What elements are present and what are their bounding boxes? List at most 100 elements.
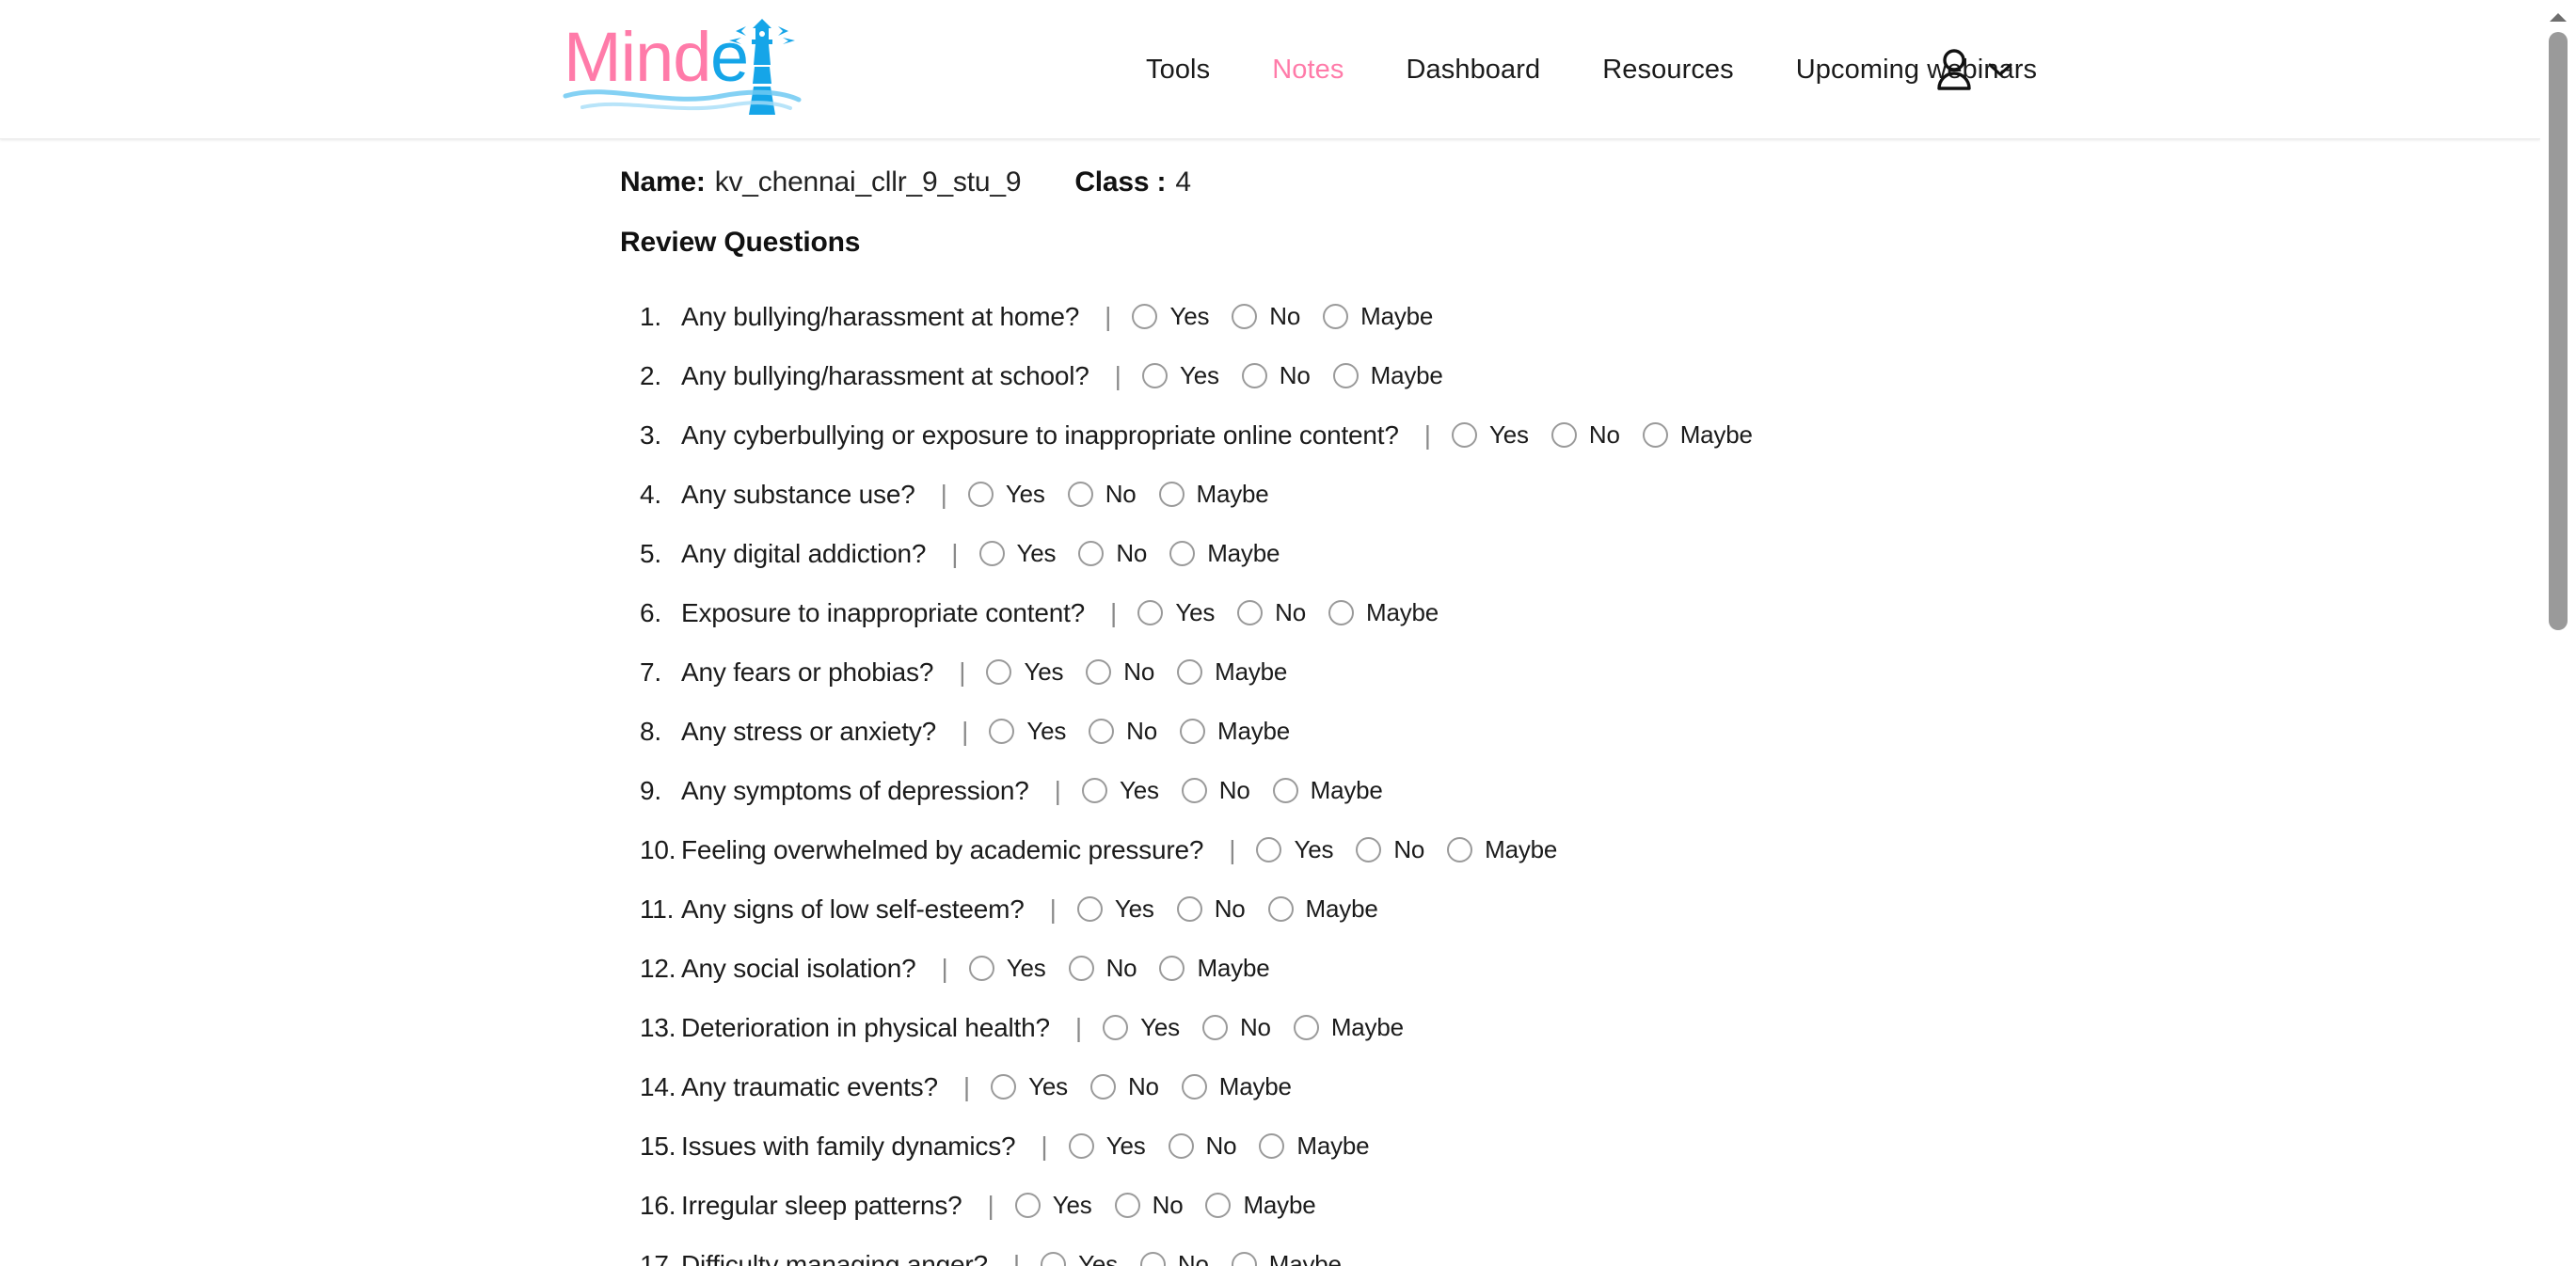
option-maybe[interactable]: Maybe [1642, 420, 1753, 450]
radio-yes[interactable] [991, 1074, 1017, 1100]
option-no[interactable]: No [1232, 302, 1300, 331]
nav-item-tools[interactable]: Tools [1115, 55, 1241, 86]
radio-maybe[interactable] [1447, 837, 1473, 862]
radio-no[interactable] [1086, 659, 1112, 685]
nav-item-dashboard[interactable]: Dashboard [1375, 55, 1571, 86]
radio-maybe[interactable] [1293, 1015, 1319, 1040]
option-no[interactable]: No [1550, 420, 1620, 450]
option-yes[interactable]: Yes [1132, 302, 1209, 331]
option-maybe[interactable]: Maybe [1259, 1131, 1370, 1161]
option-no[interactable]: No [1068, 954, 1137, 983]
option-no[interactable]: No [1089, 1072, 1159, 1101]
option-yes[interactable]: Yes [978, 539, 1057, 568]
radio-no[interactable] [1356, 837, 1382, 862]
radio-no[interactable] [1067, 482, 1093, 507]
radio-no[interactable] [1168, 1133, 1194, 1159]
radio-yes[interactable] [1452, 422, 1478, 448]
radio-no[interactable] [1089, 1074, 1116, 1100]
option-maybe[interactable]: Maybe [1293, 1013, 1404, 1042]
radio-yes[interactable] [986, 659, 1012, 685]
radio-yes[interactable] [967, 482, 994, 507]
radio-no[interactable] [1181, 778, 1207, 803]
option-no[interactable]: No [1089, 717, 1157, 746]
radio-no[interactable] [1232, 304, 1258, 329]
option-maybe[interactable]: Maybe [1169, 539, 1280, 568]
radio-maybe[interactable] [1159, 956, 1185, 981]
radio-maybe[interactable] [1205, 1193, 1232, 1218]
radio-no[interactable] [1237, 600, 1264, 625]
option-no[interactable]: No [1168, 1131, 1237, 1161]
option-yes[interactable]: Yes [1256, 835, 1334, 864]
option-maybe[interactable]: Maybe [1332, 361, 1443, 390]
radio-maybe[interactable] [1177, 659, 1203, 685]
option-no[interactable]: No [1114, 1191, 1184, 1220]
radio-yes[interactable] [1081, 778, 1107, 803]
radio-maybe[interactable] [1169, 541, 1196, 566]
option-no[interactable]: No [1241, 361, 1311, 390]
option-yes[interactable]: Yes [1068, 1131, 1146, 1161]
radio-maybe[interactable] [1158, 482, 1185, 507]
radio-maybe[interactable] [1231, 1252, 1257, 1266]
option-yes[interactable]: Yes [1103, 1013, 1180, 1042]
nav-item-notes[interactable]: Notes [1241, 55, 1375, 86]
option-yes[interactable]: Yes [991, 1072, 1068, 1101]
radio-no[interactable] [1241, 363, 1267, 388]
radio-maybe[interactable] [1181, 1074, 1207, 1100]
option-no[interactable]: No [1176, 894, 1246, 924]
nav-item-upcoming-webinars[interactable]: Upcoming webinars [1765, 55, 2068, 86]
nav-item-resources[interactable]: Resources [1571, 55, 1765, 86]
option-no[interactable]: No [1201, 1013, 1271, 1042]
option-maybe[interactable]: Maybe [1272, 776, 1383, 805]
option-no[interactable]: No [1356, 835, 1424, 864]
option-no[interactable]: No [1181, 776, 1250, 805]
option-no[interactable]: No [1139, 1250, 1209, 1266]
mindei-logo[interactable]: Mind e [562, 9, 835, 120]
option-maybe[interactable]: Maybe [1447, 835, 1557, 864]
radio-maybe[interactable] [1332, 363, 1359, 388]
radio-maybe[interactable] [1259, 1133, 1285, 1159]
radio-yes[interactable] [968, 956, 994, 981]
radio-yes[interactable] [1103, 1015, 1129, 1040]
option-yes[interactable]: Yes [1137, 598, 1215, 627]
radio-maybe[interactable] [1642, 422, 1668, 448]
option-maybe[interactable]: Maybe [1328, 598, 1439, 627]
option-maybe[interactable]: Maybe [1205, 1191, 1316, 1220]
radio-maybe[interactable] [1328, 600, 1354, 625]
option-yes[interactable]: Yes [1076, 894, 1154, 924]
option-yes[interactable]: Yes [967, 480, 1045, 509]
radio-maybe[interactable] [1267, 896, 1294, 922]
option-maybe[interactable]: Maybe [1323, 302, 1433, 331]
option-maybe[interactable]: Maybe [1180, 717, 1290, 746]
option-yes[interactable]: Yes [989, 717, 1066, 746]
radio-maybe[interactable] [1272, 778, 1298, 803]
radio-yes[interactable] [1137, 600, 1164, 625]
option-yes[interactable]: Yes [1452, 420, 1529, 450]
account-menu[interactable] [1933, 0, 2014, 139]
radio-yes[interactable] [1068, 1133, 1094, 1159]
radio-no[interactable] [1139, 1252, 1166, 1266]
option-yes[interactable]: Yes [1041, 1250, 1118, 1266]
radio-yes[interactable] [1256, 837, 1282, 862]
option-maybe[interactable]: Maybe [1177, 657, 1287, 687]
radio-yes[interactable] [1014, 1193, 1041, 1218]
radio-maybe[interactable] [1323, 304, 1349, 329]
option-no[interactable]: No [1237, 598, 1306, 627]
radio-no[interactable] [1176, 896, 1202, 922]
vertical-scrollbar[interactable] [2540, 0, 2576, 1266]
option-yes[interactable]: Yes [986, 657, 1063, 687]
radio-yes[interactable] [1076, 896, 1103, 922]
radio-no[interactable] [1550, 422, 1577, 448]
radio-yes[interactable] [1041, 1252, 1067, 1266]
option-no[interactable]: No [1086, 657, 1154, 687]
option-yes[interactable]: Yes [1141, 361, 1219, 390]
radio-no[interactable] [1068, 956, 1094, 981]
radio-no[interactable] [1114, 1193, 1140, 1218]
radio-no[interactable] [1078, 541, 1105, 566]
option-maybe[interactable]: Maybe [1181, 1072, 1292, 1101]
option-no[interactable]: No [1067, 480, 1137, 509]
option-yes[interactable]: Yes [968, 954, 1046, 983]
option-maybe[interactable]: Maybe [1159, 954, 1270, 983]
option-no[interactable]: No [1078, 539, 1147, 568]
scrollbar-thumb[interactable] [2549, 32, 2568, 630]
option-yes[interactable]: Yes [1014, 1191, 1092, 1220]
